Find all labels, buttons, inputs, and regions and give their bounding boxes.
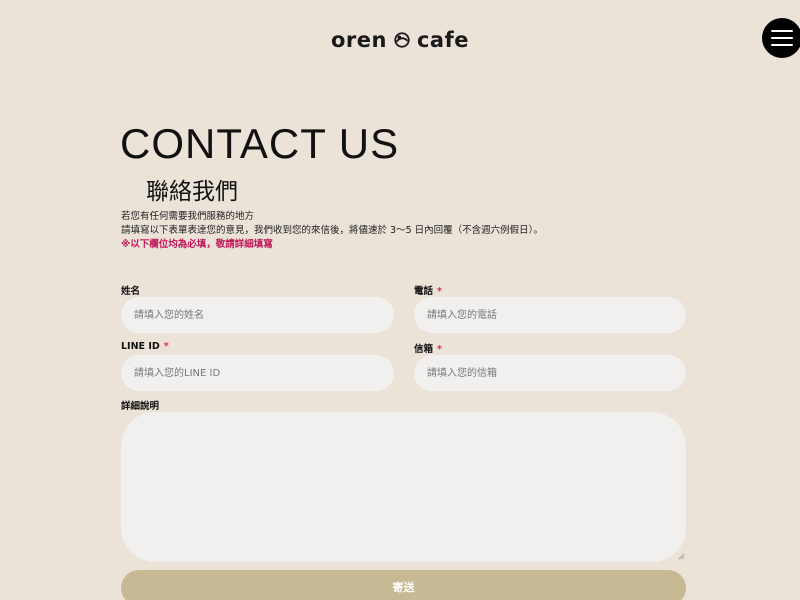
site-logo[interactable]: oren cafe [0,28,800,52]
contact-page: oren cafe CONTACT US 聯絡我們 若您有任何需要我們服務的地方… [0,0,800,600]
intro-line-2: 請填寫以下表單表達您的意見，我們收到您的來信後，將儘速於 3〜5 日內回覆（不含… [121,225,543,236]
email-input[interactable] [414,355,686,391]
coffee-bean-logo-icon [394,32,410,48]
page-title: CONTACT US [120,120,400,167]
phone-label: 電話 * [414,286,442,297]
required-note: ※以下欄位均為必填，敬請詳細填寫 [121,239,273,250]
details-textarea[interactable] [121,412,686,562]
page-subtitle: 聯絡我們 [146,179,238,205]
line-id-input[interactable] [121,355,394,391]
details-label: 詳細說明 [121,401,160,412]
name-label: 姓名 [121,286,141,297]
logo-text-left: oren [331,28,387,52]
hamburger-menu-icon [771,30,793,32]
line-id-label: LINE ID * [121,341,169,352]
submit-button[interactable]: 寄送 [121,570,686,600]
required-star: * [437,286,442,297]
intro-text: 若您有任何需要我們服務的地方 請填寫以下表單表達您的意見，我們收到您的來信後，將… [121,210,543,252]
intro-line-1: 若您有任何需要我們服務的地方 [121,211,255,222]
logo-text-right: cafe [416,28,469,52]
required-star: * [437,344,442,355]
phone-input[interactable] [414,297,686,333]
required-star: * [163,341,169,352]
resize-handle-icon[interactable] [678,553,685,560]
email-label: 信箱 * [414,344,442,355]
hamburger-menu-button[interactable] [762,18,800,58]
name-input[interactable] [121,297,394,333]
